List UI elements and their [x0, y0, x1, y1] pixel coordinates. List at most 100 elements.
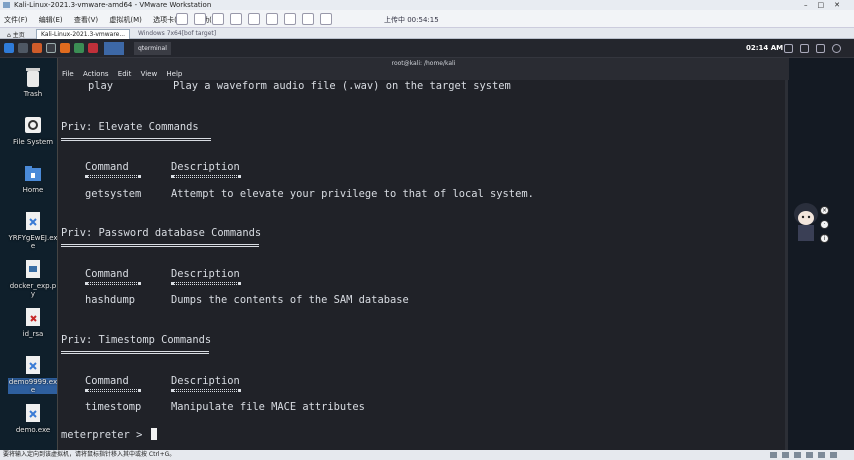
- desktop-icon-label: YRFYgEwEJ.exe: [8, 234, 58, 250]
- display-status-icon[interactable]: [830, 452, 837, 458]
- window-title: Kali-Linux-2021.3-vmware-amd64 - VMware …: [14, 1, 212, 9]
- col-description: Description: [171, 375, 240, 387]
- terminal-menubar: File Actions Edit View Help: [58, 69, 789, 80]
- heading-timestomp: Priv: Timestomp Commands: [61, 334, 212, 346]
- cmd-timestomp: timestomp: [85, 401, 142, 413]
- close-icon[interactable]: ×: [820, 206, 829, 215]
- power-icon[interactable]: [832, 44, 841, 53]
- desktop-icon-label: Trash: [23, 90, 43, 98]
- terminal-menu-file[interactable]: File: [62, 70, 74, 78]
- heading-underline: [61, 138, 211, 141]
- network-status-icon[interactable]: [794, 452, 801, 458]
- desktop-icon-yrfyg[interactable]: YRFYgEwEJ.exe: [8, 210, 58, 250]
- desktop-icon-docker-exp[interactable]: docker_exp.py: [8, 258, 58, 298]
- heading-elevate: Priv: Elevate Commands: [61, 121, 199, 133]
- stretch-icon[interactable]: [320, 13, 332, 25]
- trash-icon: [23, 66, 43, 88]
- desktop-icon-id-rsa[interactable]: id_rsa: [8, 306, 58, 338]
- python-file-icon: [23, 258, 43, 280]
- meterpreter-prompt[interactable]: meterpreter >: [61, 428, 157, 441]
- firefox-icon[interactable]: [60, 43, 70, 53]
- chat-icon[interactable]: ·: [820, 220, 829, 229]
- home-folder-icon: [23, 162, 43, 184]
- terminal-menu-help[interactable]: Help: [166, 70, 182, 78]
- vmware-menubar: 文件(F) 编辑(E) 查看(V) 虚拟机(M) 选项卡(T) 帮助(H) 上传…: [0, 10, 854, 28]
- col-underline: [85, 175, 141, 178]
- menu-vm[interactable]: 虚拟机(M): [109, 16, 142, 24]
- desktop-icon-demo[interactable]: demo.exe: [8, 402, 58, 434]
- fullscreen-icon[interactable]: [266, 13, 278, 25]
- desktop-icon-label: docker_exp.py: [9, 282, 57, 298]
- vmware-app-icon: [3, 2, 10, 8]
- qterminal-window[interactable]: root@kali: /home/kali File Actions Edit …: [57, 58, 789, 450]
- pause-icon[interactable]: [176, 13, 188, 25]
- col-command: Command: [85, 161, 129, 173]
- snapshot-icon[interactable]: [212, 13, 224, 25]
- desktop-right-area: × · i: [788, 58, 854, 450]
- desktop-icon-filesystem[interactable]: File System: [8, 114, 58, 146]
- exe-file-icon: [23, 402, 43, 424]
- manage-snapshots-icon[interactable]: [248, 13, 260, 25]
- heading-underline: [61, 351, 209, 354]
- terminal-menu-edit[interactable]: Edit: [118, 70, 132, 78]
- col-underline: [85, 389, 141, 392]
- panel-clock[interactable]: 02:14 AM: [746, 44, 783, 52]
- info-icon[interactable]: i: [820, 234, 829, 243]
- desktop-icon-home[interactable]: Home: [8, 162, 58, 194]
- exe-file-icon: [23, 354, 43, 376]
- status-message: 要将输入定向到该虚拟机，请将鼠标指针移入其中或按 Ctrl+G。: [3, 451, 176, 458]
- col-underline: [171, 175, 241, 178]
- hdd-status-icon[interactable]: [770, 452, 777, 458]
- heading-password-db: Priv: Password database Commands: [61, 227, 262, 239]
- cdrom-status-icon[interactable]: [782, 452, 789, 458]
- text-cursor: [150, 428, 157, 440]
- desktop-icon-trash[interactable]: Trash: [8, 66, 58, 98]
- window-controls[interactable]: –□✕: [804, 0, 850, 10]
- tab-windows7[interactable]: Windows 7x64[bof target]: [134, 29, 220, 38]
- vmware-titlebar: Kali-Linux-2021.3-vmware-amd64 - VMware …: [0, 0, 854, 10]
- menu-file[interactable]: 文件(F): [4, 16, 28, 24]
- taskbar-terminal[interactable]: qterminal: [134, 42, 171, 55]
- col-underline: [85, 282, 141, 285]
- ime-status: 上传中 00:54:15: [384, 16, 439, 24]
- drive-icon: [23, 114, 43, 136]
- cmd-hashdump: hashdump: [85, 294, 136, 306]
- file-manager-icon[interactable]: [32, 43, 42, 53]
- unity-icon[interactable]: [284, 13, 296, 25]
- app-launcher-icon[interactable]: [88, 43, 98, 53]
- taskbar-workspace-1[interactable]: [104, 42, 124, 55]
- tab-home-label: 主页: [12, 32, 25, 39]
- desktop-icon-label: id_rsa: [22, 330, 44, 338]
- terminal-scrollbar[interactable]: [785, 80, 788, 450]
- sound-status-icon[interactable]: [818, 452, 825, 458]
- notifications-icon[interactable]: [816, 44, 825, 53]
- send-keys-icon[interactable]: [194, 13, 206, 25]
- terminal-menu-actions[interactable]: Actions: [83, 70, 109, 78]
- desktop-icon-demo9999[interactable]: demo9999.exe: [8, 354, 58, 394]
- desktop-icon-label: File System: [12, 138, 54, 146]
- network-icon[interactable]: [784, 44, 793, 53]
- console-view-icon[interactable]: [302, 13, 314, 25]
- kali-menu-icon[interactable]: [4, 43, 14, 53]
- terminal-output[interactable]: play Play a waveform audio file (.wav) o…: [58, 80, 789, 450]
- heading-underline: [61, 244, 259, 247]
- workspace-icon[interactable]: [74, 43, 84, 53]
- terminal-menu-view[interactable]: View: [141, 70, 158, 78]
- col-description: Description: [171, 161, 240, 173]
- col-description: Description: [171, 268, 240, 280]
- restore-snapshot-icon[interactable]: [230, 13, 242, 25]
- vmware-tabbar: ⌂ 主页 Kali-Linux-2021.3-vmware... Windows…: [0, 28, 854, 40]
- usb-status-icon[interactable]: [806, 452, 813, 458]
- vmware-statusbar: 要将输入定向到该虚拟机，请将鼠标指针移入其中或按 Ctrl+G。: [0, 450, 854, 460]
- desc-timestomp: Manipulate file MACE attributes: [171, 401, 365, 413]
- exe-file-icon: [23, 210, 43, 232]
- menu-view[interactable]: 查看(V): [74, 16, 98, 24]
- volume-icon[interactable]: [800, 44, 809, 53]
- menu-edit[interactable]: 编辑(E): [39, 16, 63, 24]
- show-desktop-icon[interactable]: [18, 43, 28, 53]
- terminal-launcher-icon[interactable]: [46, 43, 56, 53]
- desc-play: Play a waveform audio file (.wav) on the…: [173, 80, 511, 92]
- col-underline: [171, 389, 241, 392]
- terminal-titlebar: root@kali: /home/kali: [58, 58, 789, 69]
- prompt-text: meterpreter >: [61, 429, 149, 441]
